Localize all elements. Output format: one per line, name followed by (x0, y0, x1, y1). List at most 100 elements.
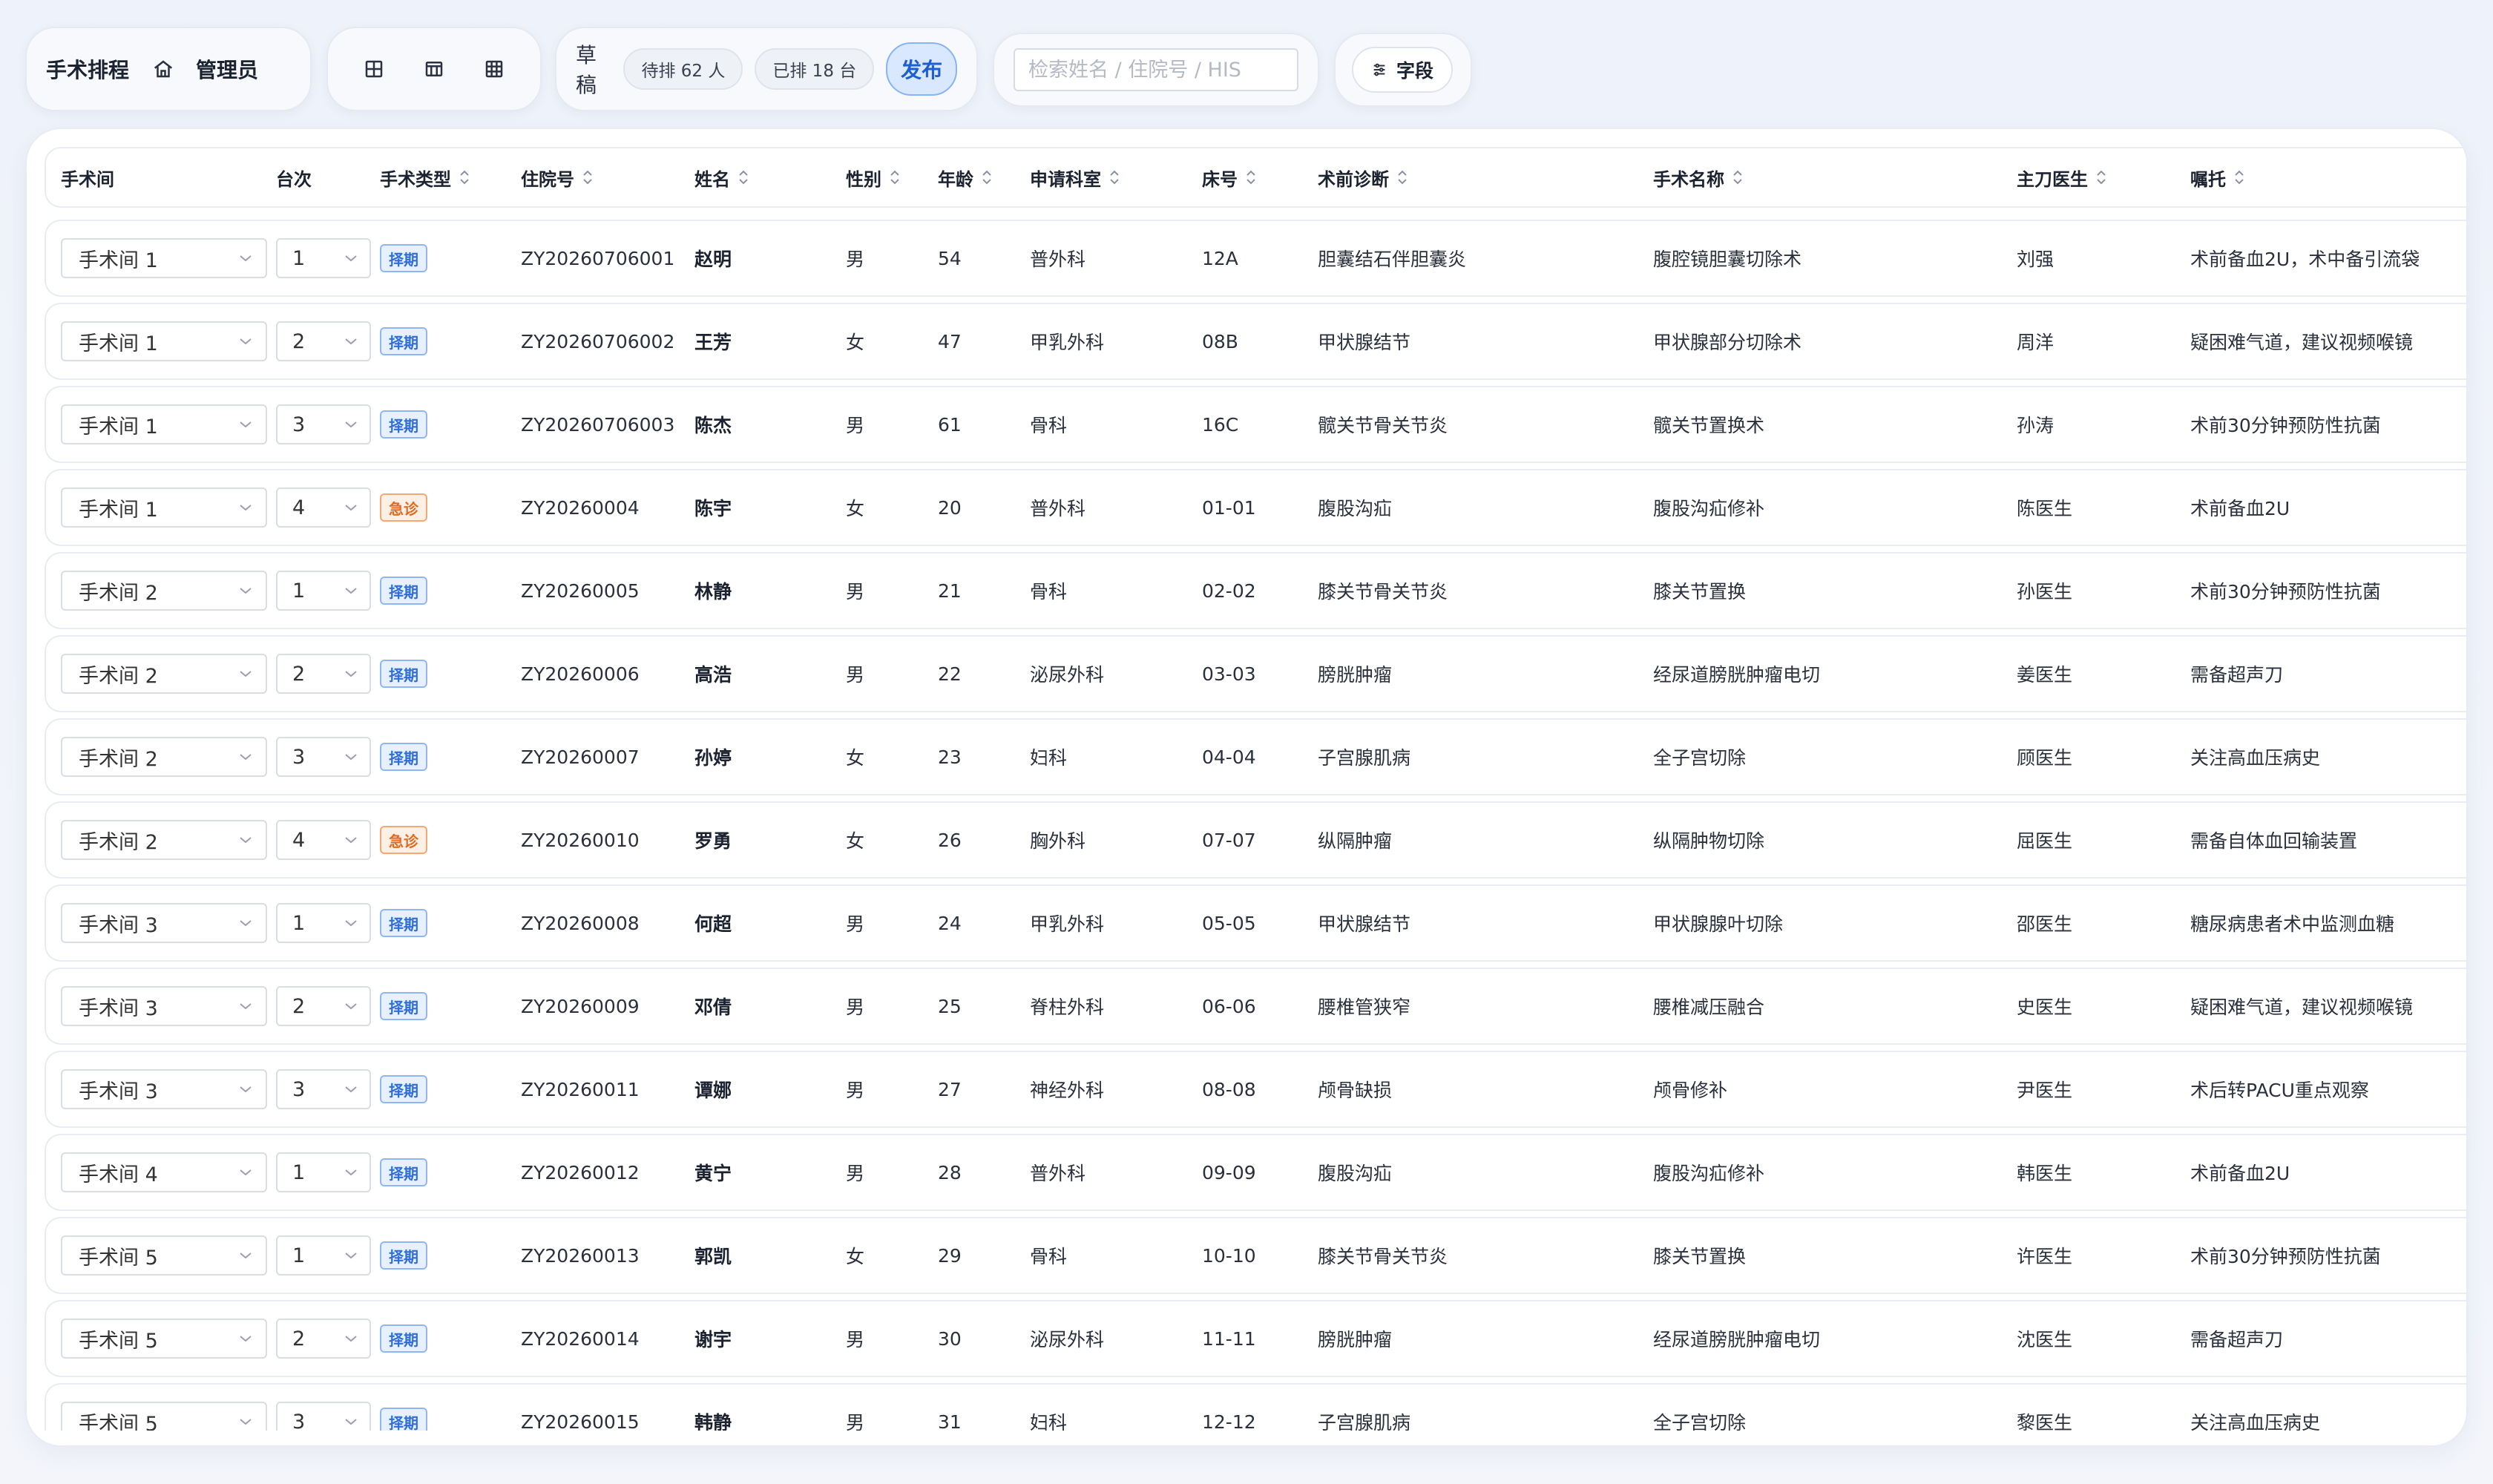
room-select[interactable]: 手术间 1 (61, 487, 267, 528)
column-header-name[interactable]: 姓名 (694, 148, 749, 206)
sort-icon[interactable] (738, 169, 749, 186)
cell-text: 12A (1202, 247, 1238, 269)
sort-icon[interactable] (1732, 169, 1744, 186)
cell-text: 髋关节置换术 (1653, 415, 1765, 436)
column-header-surgeon[interactable]: 主刀医生 (2017, 148, 2107, 206)
cell-text: ZY20260014 (521, 1327, 640, 1350)
order-select[interactable]: 1 (276, 571, 371, 611)
cell-text: 男 (846, 664, 865, 686)
fields-button[interactable]: 字段 (1352, 47, 1454, 93)
room-select[interactable]: 手术间 2 (61, 654, 267, 694)
cell-text: 女 (846, 747, 865, 769)
table-row[interactable]: 手术间 5 1 择期 ZY20260013 郭凯 女 29 骨科 10-10 膝关节骨关节炎 膝关节… (45, 1217, 2466, 1294)
table-row[interactable]: 手术间 4 1 择期 ZY20260012 黄宁 男 28 普外科 09-09 腹股沟疝 腹股沟疝修… (45, 1134, 2466, 1211)
order-select[interactable]: 2 (276, 321, 371, 361)
sort-icon[interactable] (459, 169, 470, 186)
table-row[interactable]: 手术间 5 3 择期 ZY20260015 韩静 男 31 妇科 12-12 子宫腺肌病 全子宫切除… (45, 1383, 2466, 1431)
room-select[interactable]: 手术间 2 (61, 737, 267, 777)
column-header-type[interactable]: 手术类型 (380, 148, 470, 206)
select-value: 3 (292, 1077, 306, 1101)
cell-text: 林静 (694, 581, 732, 603)
cell-text: 许医生 (2017, 1246, 2073, 1267)
board-view-icon[interactable] (410, 45, 458, 93)
room-select[interactable]: 手术间 1 (61, 321, 267, 361)
order-select[interactable]: 4 (276, 820, 371, 860)
sort-icon[interactable] (2095, 169, 2107, 186)
order-select[interactable]: 1 (276, 238, 371, 278)
room-select[interactable]: 手术间 5 (61, 1319, 267, 1359)
column-header-bed[interactable]: 床号 (1202, 148, 1257, 206)
order-select[interactable]: 1 (276, 1235, 371, 1275)
column-header-note[interactable]: 嘱托 (2190, 148, 2245, 206)
order-select[interactable]: 3 (276, 1402, 371, 1431)
cell-text: 子宫腺肌病 (1318, 1412, 1411, 1431)
cell-text: 61 (938, 413, 962, 436)
order-select[interactable]: 3 (276, 737, 371, 777)
order-select[interactable]: 1 (276, 903, 371, 943)
room-select[interactable]: 手术间 3 (61, 1069, 267, 1109)
table-row[interactable]: 手术间 2 1 择期 ZY20260005 林静 男 21 骨科 02-02 膝关节骨关节炎 膝关节… (45, 552, 2466, 629)
publish-button[interactable]: 发布 (886, 42, 957, 96)
select-value: 手术间 4 (79, 1163, 158, 1186)
column-header-diag[interactable]: 术前诊断 (1318, 148, 1408, 206)
home-icon[interactable] (151, 57, 175, 81)
sort-icon[interactable] (1245, 169, 1257, 186)
cell-text: 陈杰 (694, 415, 732, 436)
column-header-label: 年龄 (938, 168, 973, 190)
grid-view-icon[interactable] (350, 45, 398, 93)
room-select[interactable]: 手术间 3 (61, 903, 267, 943)
table-row[interactable]: 手术间 3 3 择期 ZY20260011 谭娜 男 27 神经外科 08-08 颅骨缺损 颅骨修补… (45, 1051, 2466, 1128)
chevron-down-icon (343, 1167, 359, 1178)
table-row[interactable]: 手术间 3 1 择期 ZY20260008 何超 男 24 甲乳外科 05-05 甲状腺结节 甲状腺… (45, 884, 2466, 962)
column-header-his[interactable]: 住院号 (521, 148, 594, 206)
column-header-age[interactable]: 年龄 (938, 148, 993, 206)
sort-icon[interactable] (1396, 169, 1408, 186)
room-select[interactable]: 手术间 5 (61, 1235, 267, 1275)
order-select[interactable]: 4 (276, 487, 371, 528)
table-row[interactable]: 手术间 3 2 择期 ZY20260009 邓倩 男 25 脊柱外科 06-06 腰椎管狭窄 腰椎减… (45, 968, 2466, 1045)
room-select[interactable]: 手术间 1 (61, 238, 267, 278)
cell-text: 郭凯 (694, 1246, 732, 1267)
order-select[interactable]: 2 (276, 654, 371, 694)
sort-icon[interactable] (582, 169, 594, 186)
sort-icon[interactable] (981, 169, 993, 186)
room-select[interactable]: 手术间 2 (61, 571, 267, 611)
room-select[interactable]: 手术间 1 (61, 404, 267, 444)
cell-text: 屈医生 (2017, 830, 2073, 852)
table-row[interactable]: 手术间 1 2 择期 ZY20260706002 王芳 女 47 甲乳外科 08B 甲状腺结节 甲状… (45, 303, 2466, 380)
table-view-icon[interactable] (470, 45, 518, 93)
sort-icon[interactable] (1108, 169, 1120, 186)
cell-diag: 髋关节骨关节炎 (1318, 387, 1448, 462)
room-select[interactable]: 手术间 3 (61, 986, 267, 1026)
sort-icon[interactable] (2233, 169, 2245, 186)
column-header-dept[interactable]: 申请科室 (1030, 148, 1120, 206)
order-select[interactable]: 3 (276, 1069, 371, 1109)
room-select[interactable]: 手术间 4 (61, 1152, 267, 1192)
cell-dept: 普外科 (1030, 470, 1085, 545)
order-select[interactable]: 1 (276, 1152, 371, 1192)
table-row[interactable]: 手术间 5 2 择期 ZY20260014 谢宇 男 30 泌尿外科 11-11 膀胱肿瘤 经尿道膀… (45, 1300, 2466, 1377)
cell-op: 全子宫切除 (1653, 1385, 1746, 1431)
cell-text: 06-06 (1202, 995, 1256, 1017)
table-row[interactable]: 手术间 1 4 急诊 ZY20260004 陈宇 女 20 普外科 01-01 腹股沟疝 腹股沟疝修… (45, 469, 2466, 546)
cell-text: 腰椎管狭窄 (1318, 997, 1411, 1018)
column-header-sex[interactable]: 性别 (846, 148, 901, 206)
table-row[interactable]: 手术间 1 3 择期 ZY20260706003 陈杰 男 61 骨科 16C 髋关节骨关节炎 髋关… (45, 386, 2466, 463)
table-row[interactable]: 手术间 2 3 择期 ZY20260007 孙婷 女 23 妇科 04-04 子宫腺肌病 全子宫切除… (45, 718, 2466, 795)
order-select[interactable]: 3 (276, 404, 371, 444)
current-user[interactable]: 管理员 (196, 54, 258, 84)
table-row[interactable]: 手术间 2 4 急诊 ZY20260010 罗勇 女 26 胸外科 07-07 纵隔肿瘤 纵隔肿物切… (45, 801, 2466, 879)
search-input[interactable] (1014, 48, 1298, 91)
chevron-down-icon (237, 585, 254, 596)
room-select[interactable]: 手术间 5 (61, 1402, 267, 1431)
cell-text: 01-01 (1202, 496, 1256, 519)
cell-text: 21 (938, 580, 962, 602)
cell-sex: 男 (846, 1052, 864, 1126)
order-select[interactable]: 2 (276, 1319, 371, 1359)
table-row[interactable]: 手术间 1 1 择期 ZY20260706001 赵明 男 54 普外科 12A 胆囊结石伴胆囊炎… (45, 220, 2466, 297)
sort-icon[interactable] (889, 169, 901, 186)
table-row[interactable]: 手术间 2 2 择期 ZY20260006 高浩 男 22 泌尿外科 03-03 膀胱肿瘤 经尿道膀… (45, 635, 2466, 712)
column-header-op[interactable]: 手术名称 (1653, 148, 1744, 206)
room-select[interactable]: 手术间 2 (61, 820, 267, 860)
order-select[interactable]: 2 (276, 986, 371, 1026)
